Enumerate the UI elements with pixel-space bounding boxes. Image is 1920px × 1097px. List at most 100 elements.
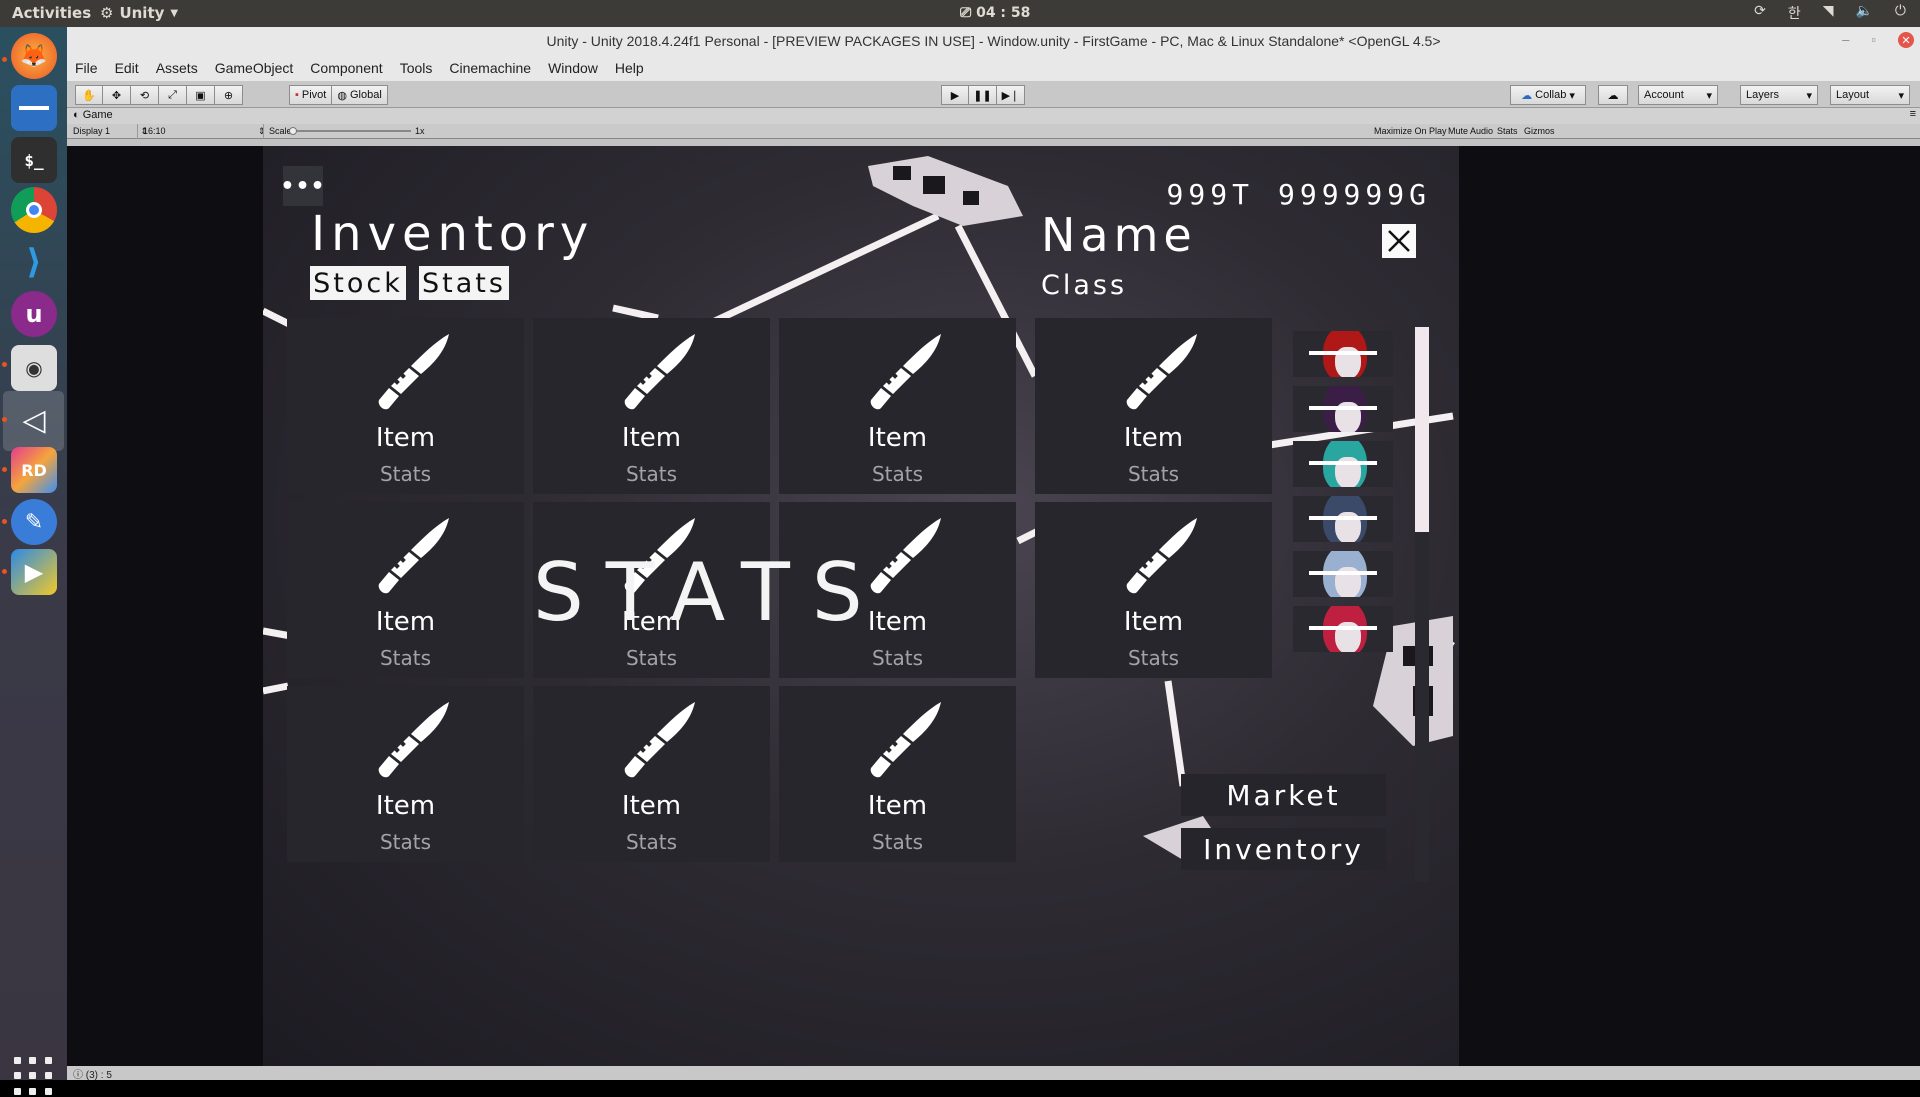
- inventory-button[interactable]: Inventory: [1181, 828, 1386, 870]
- character-portrait[interactable]: [1293, 496, 1393, 542]
- global-button[interactable]: ◍ Global: [332, 85, 388, 105]
- menu-tools[interactable]: Tools: [400, 60, 433, 76]
- paint-icon[interactable]: ✎: [11, 499, 57, 545]
- close-inventory-button[interactable]: [1382, 224, 1416, 258]
- portrait-bar: [1309, 351, 1377, 355]
- firefox-icon[interactable]: 🦊: [11, 33, 57, 79]
- power-icon[interactable]: ⏻: [1895, 3, 1906, 23]
- layers-dropdown[interactable]: Layers ▾: [1740, 85, 1818, 105]
- inventory-item-slot[interactable]: Item Stats: [1035, 502, 1272, 678]
- mute-audio-toggle[interactable]: Mute Audio: [1448, 126, 1493, 136]
- scrollbar-thumb[interactable]: [1415, 327, 1429, 532]
- inventory-item-slot[interactable]: Item Stats: [779, 318, 1016, 494]
- menu-file[interactable]: File: [75, 60, 98, 76]
- chrome-icon[interactable]: [11, 187, 57, 233]
- account-dropdown[interactable]: Account ▾: [1638, 85, 1718, 105]
- market-button[interactable]: Market: [1181, 774, 1386, 816]
- move-tool-icon[interactable]: ✥: [103, 85, 131, 105]
- inventory-item-slot[interactable]: Item Stats: [1035, 318, 1272, 494]
- inventory-item-slot[interactable]: Item Stats: [779, 686, 1016, 862]
- screenshot-icon[interactable]: ◉: [11, 345, 57, 391]
- menu-edit[interactable]: Edit: [115, 60, 139, 76]
- maximize-button[interactable]: ▫: [1871, 32, 1876, 48]
- global-label: Global: [349, 89, 382, 101]
- close-window-button[interactable]: ✕: [1898, 32, 1914, 48]
- play-button[interactable]: ▶: [941, 85, 969, 105]
- character-portrait[interactable]: [1293, 331, 1393, 377]
- pause-button[interactable]: ❚❚: [969, 85, 997, 105]
- character-portrait[interactable]: [1293, 386, 1393, 432]
- character-portrait[interactable]: [1293, 606, 1393, 652]
- inventory-item-slot[interactable]: Item Stats: [287, 502, 524, 678]
- minimize-button[interactable]: –: [1842, 32, 1849, 48]
- menu-bar: File Edit Assets GameObject Component To…: [67, 54, 1920, 81]
- files-icon[interactable]: [11, 85, 57, 131]
- game-canvas[interactable]: ••• Inventory Stock Stats 999T 999999G N…: [263, 146, 1459, 1066]
- vscode-icon[interactable]: ⟩: [11, 239, 57, 285]
- aspect-dropdown[interactable]: 16:10 ⇕: [143, 126, 266, 137]
- app-menu[interactable]: ⚙ Unity ▼: [100, 4, 178, 22]
- layout-dropdown[interactable]: Layout ▾: [1830, 85, 1910, 105]
- item-name: Item: [375, 423, 436, 453]
- cloud-services-icon[interactable]: ☁: [1598, 85, 1628, 105]
- gizmos-dropdown[interactable]: Gizmos: [1524, 126, 1555, 136]
- show-applications-icon[interactable]: [14, 1057, 54, 1097]
- wifi-icon[interactable]: ◥: [1823, 3, 1834, 23]
- transform-tool-icon[interactable]: ⊕: [215, 85, 243, 105]
- item-stats: Stats: [1127, 462, 1180, 486]
- window-titlebar[interactable]: Unity - Unity 2018.4.24f1 Personal - [PR…: [67, 27, 1920, 54]
- item-name: Item: [621, 791, 682, 821]
- player-icon[interactable]: ▶: [11, 549, 57, 595]
- scale-slider-handle[interactable]: [289, 127, 297, 135]
- clock[interactable]: ⎚ 04 : 58: [960, 5, 1030, 21]
- character-portrait[interactable]: [1293, 441, 1393, 487]
- unity-window: Unity - Unity 2018.4.24f1 Personal - [PR…: [67, 27, 1920, 1081]
- menu-assets[interactable]: Assets: [156, 60, 198, 76]
- currency-g: 999999G: [1277, 178, 1431, 211]
- game-tab[interactable]: ◐ Game: [73, 109, 113, 121]
- portrait-bar: [1309, 406, 1377, 410]
- inventory-item-slot[interactable]: Item Stats: [287, 686, 524, 862]
- layout-label: Layout: [1836, 89, 1870, 101]
- rider-icon[interactable]: RD: [11, 447, 57, 493]
- pivot-button[interactable]: ▪ Pivot: [289, 85, 333, 105]
- maximize-on-play-toggle[interactable]: Maximize On Play: [1374, 126, 1447, 136]
- scale-value: 1x: [415, 126, 425, 136]
- scale-slider[interactable]: [289, 130, 411, 132]
- chevron-down-icon: ▾: [1569, 89, 1575, 102]
- menu-component[interactable]: Component: [310, 60, 382, 76]
- input-method-icon[interactable]: 한: [1788, 3, 1801, 23]
- character-list-scrollbar[interactable]: [1415, 327, 1429, 882]
- rotate-tool-icon[interactable]: ⟲: [131, 85, 159, 105]
- menu-help[interactable]: Help: [615, 60, 644, 76]
- globe-icon: ◍: [337, 89, 347, 102]
- rect-tool-icon[interactable]: ▣: [187, 85, 215, 105]
- collab-button[interactable]: ☁ Collab ▾: [1510, 85, 1586, 105]
- terminal-icon[interactable]: $_: [11, 137, 57, 183]
- options-menu-button[interactable]: •••: [280, 166, 325, 206]
- status-bar[interactable]: ⓘ (3) : 5: [67, 1066, 1920, 1081]
- portrait-bar: [1309, 571, 1377, 575]
- tab-stock[interactable]: Stock: [310, 266, 406, 300]
- collab-icon: ☁: [1521, 89, 1533, 102]
- menu-cinemachine[interactable]: Cinemachine: [449, 60, 531, 76]
- ubuntu-software-icon[interactable]: u: [11, 291, 57, 337]
- inventory-item-slot[interactable]: Item Stats: [533, 686, 770, 862]
- character-portrait[interactable]: [1293, 551, 1393, 597]
- menu-gameobject[interactable]: GameObject: [215, 60, 294, 76]
- system-tray[interactable]: ⟳ 한 ◥ 🔈 ⏻: [1754, 3, 1906, 23]
- sync-icon[interactable]: ⟳: [1754, 3, 1766, 23]
- activities-button[interactable]: Activities: [12, 4, 91, 22]
- inventory-item-slot[interactable]: Item Stats: [287, 318, 524, 494]
- tab-menu-icon[interactable]: ≡: [1910, 108, 1916, 120]
- item-stats: Stats: [625, 646, 678, 670]
- unity-icon[interactable]: ◁: [11, 397, 57, 443]
- tab-stats[interactable]: Stats: [419, 266, 509, 300]
- inventory-item-slot[interactable]: Item Stats: [533, 318, 770, 494]
- step-button[interactable]: ▶❘: [997, 85, 1025, 105]
- stats-toggle[interactable]: Stats: [1497, 126, 1518, 136]
- volume-icon[interactable]: 🔈: [1855, 3, 1872, 23]
- hand-tool-icon[interactable]: ✋: [75, 85, 103, 105]
- menu-window[interactable]: Window: [548, 60, 598, 76]
- scale-tool-icon[interactable]: ⤢: [159, 85, 187, 105]
